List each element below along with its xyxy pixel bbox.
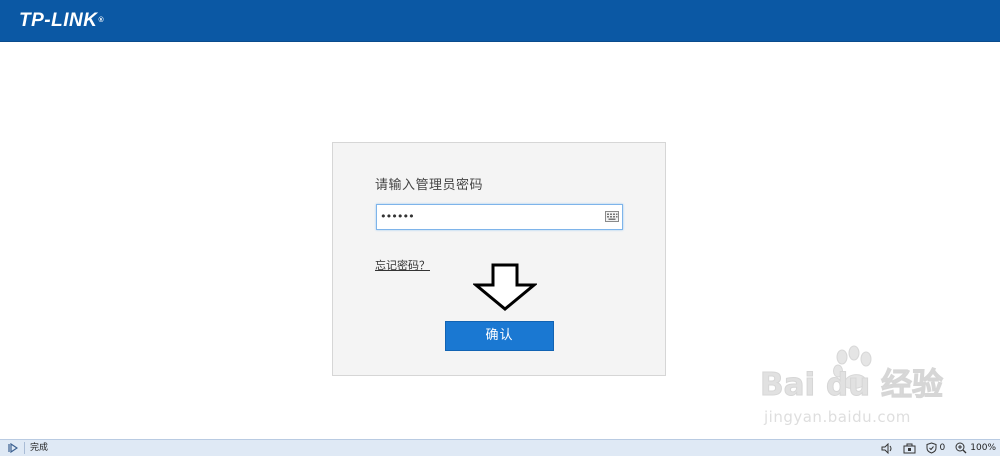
zoom-level: 100% [970,443,996,453]
status-right-group: 0 100% [871,441,996,455]
watermark-site: jingyan.baidu.com [764,408,911,426]
play-icon[interactable] [8,443,18,453]
baidu-jingyan-watermark: Bai du 经验 jingyan.baidu.com [759,345,960,440]
registered-mark: ® [98,17,105,24]
top-header-bar: TP-LINK® [0,0,1000,42]
password-field[interactable] [376,204,623,230]
down-arrow-icon [473,263,537,311]
network-control[interactable] [903,441,916,455]
shield-control[interactable]: 0 [926,441,946,455]
password-prompt-label: 请输入管理员密码 [375,178,484,193]
logo-text: TP-LINK [19,10,98,31]
status-divider [24,442,25,454]
zoom-icon[interactable] [955,442,967,454]
speaker-icon[interactable] [881,442,893,454]
zoom-control[interactable]: 100% [955,441,996,455]
password-input[interactable] [377,205,600,229]
login-panel: 请输入管理员密码 忘记密码？ 确认 [332,142,666,376]
speaker-control[interactable] [881,441,893,455]
status-text: 完成 [30,443,49,453]
confirm-button[interactable]: 确认 [445,321,554,351]
network-icon[interactable] [903,443,916,454]
tp-link-logo: TP-LINK® [19,10,104,32]
forgot-password-link[interactable]: 忘记密码？ [375,259,430,273]
keyboard-icon[interactable] [605,211,619,222]
browser-status-bar: 完成 0 100% [0,439,1000,456]
shield-icon[interactable] [926,442,937,454]
shield-count: 0 [939,443,946,453]
watermark-brand: Bai du 经验 [759,367,944,404]
browser-page: TP-LINK® 请输入管理员密码 忘记密码？ 确认 [0,0,1000,456]
